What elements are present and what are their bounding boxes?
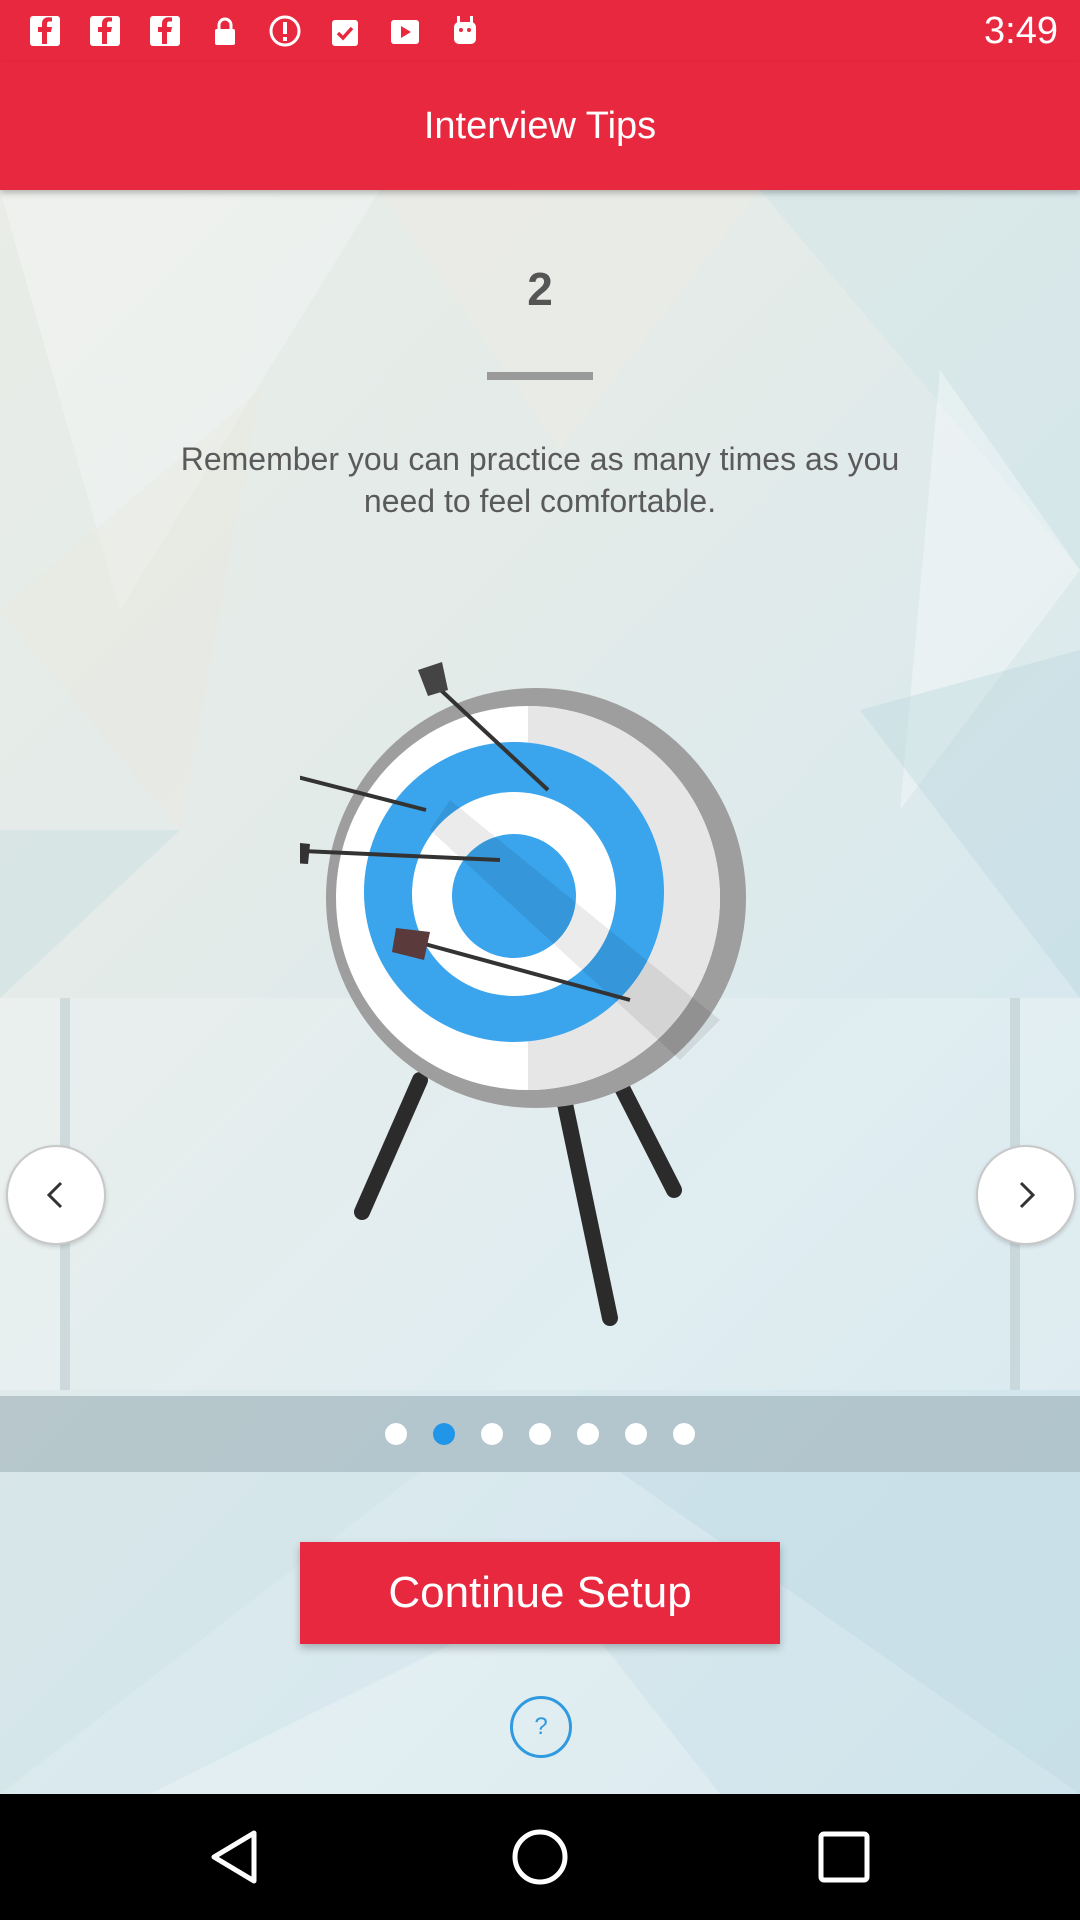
archery-target-illustration xyxy=(300,662,746,1326)
page-dot-7[interactable] xyxy=(673,1423,695,1445)
page-dot-5[interactable] xyxy=(577,1423,599,1445)
page-dot-1[interactable] xyxy=(385,1423,407,1445)
tip-text: Remember you can practice as many times … xyxy=(180,441,900,519)
notification-icons xyxy=(26,12,484,50)
facebook-icon xyxy=(86,12,124,50)
status-time: 3:49 xyxy=(984,10,1058,52)
tip-number: 2 xyxy=(527,263,553,315)
continue-setup-button[interactable]: Continue Setup xyxy=(300,1542,780,1644)
page-title: Interview Tips xyxy=(423,104,657,147)
page-dot-2-active[interactable] xyxy=(433,1423,455,1445)
tips-content: 2 Remember you can practice as many time… xyxy=(0,190,1080,1794)
page-dot-4[interactable] xyxy=(529,1423,551,1445)
clipboard-check-icon xyxy=(326,12,364,50)
home-icon[interactable] xyxy=(504,1821,576,1893)
page-indicator xyxy=(0,1396,1080,1472)
previous-tip-button[interactable] xyxy=(6,1145,106,1245)
next-tip-button[interactable] xyxy=(976,1145,1076,1245)
facebook-icon xyxy=(146,12,184,50)
app-bar: Interview Tips xyxy=(0,62,1080,190)
android-icon xyxy=(446,12,484,50)
status-bar: 3:49 xyxy=(0,0,1080,62)
facebook-icon xyxy=(26,12,64,50)
chevron-left-icon xyxy=(46,1181,63,1209)
page-dot-6[interactable] xyxy=(625,1423,647,1445)
page-dot-3[interactable] xyxy=(481,1423,503,1445)
help-button[interactable]: ? xyxy=(510,1696,572,1758)
info-icon xyxy=(266,12,304,50)
chevron-right-icon xyxy=(1019,1181,1036,1209)
system-nav-bar xyxy=(0,1794,1080,1920)
play-store-icon xyxy=(386,12,424,50)
help-icon: ? xyxy=(534,1713,548,1740)
lock-icon xyxy=(206,12,244,50)
back-icon[interactable] xyxy=(200,1821,272,1893)
recent-apps-icon[interactable] xyxy=(808,1821,880,1893)
tip-divider xyxy=(487,372,593,380)
